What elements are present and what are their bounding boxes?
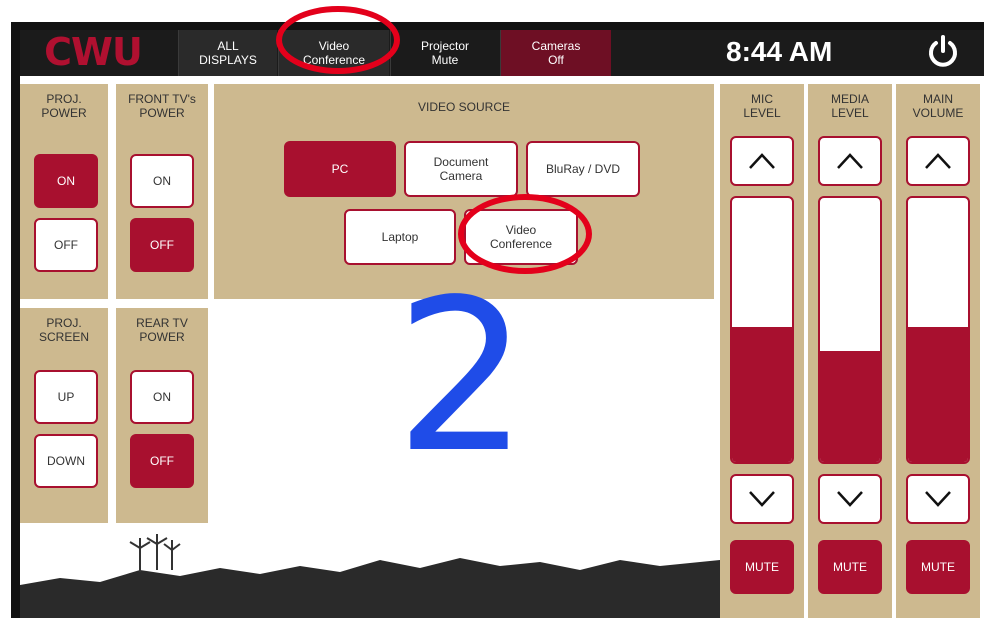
proj-power-off-button[interactable]: OFF	[34, 218, 98, 272]
proj-power-panel: PROJ. POWER ON OFF	[20, 84, 108, 299]
projector-mute-label: Projector Mute	[420, 39, 470, 67]
front-tv-power-panel: FRONT TV's POWER ON OFF	[116, 84, 208, 299]
chevron-down-icon	[837, 491, 863, 507]
proj-screen-up-button[interactable]: UP	[34, 370, 98, 424]
main-volume-mute-button[interactable]: MUTE	[906, 540, 970, 594]
mic-mute-button[interactable]: MUTE	[730, 540, 794, 594]
main-volume-up-button[interactable]	[906, 136, 970, 186]
power-button[interactable]	[925, 34, 961, 70]
media-down-button[interactable]	[818, 474, 882, 524]
clock: 8:44 AM	[726, 36, 833, 67]
landscape-silhouette	[20, 534, 720, 618]
rear-tv-power-panel: REAR TV POWER ON OFF	[116, 308, 208, 523]
cameras-off-button[interactable]: Cameras Off	[500, 30, 611, 76]
proj-screen-panel: PROJ. SCREEN UP DOWN	[20, 308, 108, 523]
media-level-label: MEDIA LEVEL	[830, 92, 869, 120]
proj-power-label: PROJ. POWER	[41, 92, 87, 120]
rear-tv-on-button[interactable]: ON	[130, 370, 194, 424]
top-bar: CWU ALL DISPLAYS Video Conference Projec…	[20, 30, 984, 76]
source-pc-button[interactable]: PC	[284, 141, 396, 197]
main-volume-down-button[interactable]	[906, 474, 970, 524]
mic-up-button[interactable]	[730, 136, 794, 186]
front-tv-off-button[interactable]: OFF	[130, 218, 194, 272]
proj-screen-label: PROJ. SCREEN	[38, 316, 89, 344]
video-source-video-conference-highlight-ring	[458, 194, 592, 274]
chevron-up-icon	[749, 153, 775, 169]
video-source-label: VIDEO SOURCE	[417, 100, 510, 114]
main-volume-level-label: MAIN VOLUME	[912, 92, 964, 120]
logo-text: CWU	[44, 30, 143, 74]
media-level-panel: MEDIA LEVEL MUTE	[808, 84, 892, 618]
media-level-slider[interactable]	[818, 196, 882, 464]
all-displays-label: ALL DISPLAYS	[199, 39, 257, 67]
mic-level-panel: MIC LEVEL MUTE	[720, 84, 804, 618]
front-tv-power-label: FRONT TV's POWER	[128, 92, 196, 120]
mic-level-fill	[732, 327, 792, 462]
top-video-conference-highlight-ring	[276, 6, 400, 74]
main-volume-level-fill	[908, 327, 968, 462]
mic-level-label: MIC LEVEL	[743, 92, 781, 120]
chevron-down-icon	[749, 491, 775, 507]
cwu-logo: CWU	[28, 30, 158, 74]
chevron-up-icon	[925, 153, 951, 169]
chevron-down-icon	[925, 491, 951, 507]
rear-tv-power-label: REAR TV POWER	[136, 316, 188, 344]
media-level-fill	[820, 351, 880, 462]
source-document-camera-button[interactable]: Document Camera	[404, 141, 518, 197]
wind-turbines	[129, 534, 181, 572]
media-mute-button[interactable]: MUTE	[818, 540, 882, 594]
all-displays-button[interactable]: ALL DISPLAYS	[178, 30, 277, 76]
media-up-button[interactable]	[818, 136, 882, 186]
power-icon	[929, 35, 957, 67]
mic-down-button[interactable]	[730, 474, 794, 524]
projector-mute-button[interactable]: Projector Mute	[390, 30, 499, 76]
proj-power-on-button[interactable]: ON	[34, 154, 98, 208]
cameras-off-label: Cameras Off	[531, 39, 581, 67]
step-number-annotation: 2	[395, 254, 529, 499]
main-volume-level-panel: MAIN VOLUME MUTE	[896, 84, 980, 618]
source-bluray-dvd-button[interactable]: BluRay / DVD	[526, 141, 640, 197]
mic-level-slider[interactable]	[730, 196, 794, 464]
front-tv-on-button[interactable]: ON	[130, 154, 194, 208]
proj-screen-down-button[interactable]: DOWN	[34, 434, 98, 488]
chevron-up-icon	[837, 153, 863, 169]
rear-tv-off-button[interactable]: OFF	[130, 434, 194, 488]
main-volume-level-slider[interactable]	[906, 196, 970, 464]
